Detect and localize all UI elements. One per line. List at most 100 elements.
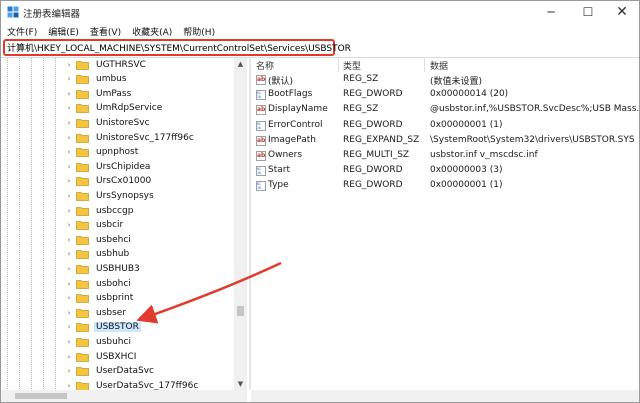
tree-item[interactable]: › UrsChipidea: [65, 159, 152, 174]
value-row[interactable]: 01 10 Type REG_DWORD 0x00000001 (1): [252, 179, 639, 194]
maximize-button[interactable]: ☐: [571, 1, 605, 23]
expand-chevron-icon[interactable]: ›: [65, 309, 73, 317]
expand-chevron-icon[interactable]: ›: [65, 163, 73, 171]
tree-item[interactable]: › USBSTOR: [65, 320, 141, 335]
tree-item-label: UrsCx01000: [96, 176, 152, 187]
tree-item[interactable]: › UnistoreSvc_177ff96c: [65, 130, 196, 145]
expand-chevron-icon[interactable]: ›: [65, 221, 73, 229]
tree-item[interactable]: › UserDataSvc_177ff96c: [65, 378, 200, 390]
expand-chevron-icon[interactable]: ›: [65, 323, 73, 331]
tree-item[interactable]: › UrsSynopsys: [65, 188, 156, 203]
column-separator[interactable]: [338, 58, 339, 72]
tree-item[interactable]: › UmRdpService: [65, 101, 164, 116]
value-row[interactable]: ab ImagePath REG_EXPAND_SZ \SystemRoot\Syst…: [252, 134, 639, 149]
column-header-type[interactable]: 类型: [343, 58, 361, 72]
expand-chevron-icon[interactable]: ›: [65, 280, 73, 288]
status-bar: [251, 390, 639, 402]
tree-item[interactable]: › USBHUB3: [65, 261, 142, 276]
tree-item[interactable]: › usbuhci: [65, 334, 133, 349]
expand-chevron-icon[interactable]: ›: [65, 207, 73, 215]
column-separator[interactable]: [424, 58, 425, 72]
tree-item[interactable]: › UGTHRSVC: [65, 58, 148, 72]
tree-item[interactable]: › umbus: [65, 72, 129, 87]
tree-item[interactable]: › usbehci: [65, 232, 133, 247]
tree-item[interactable]: › usbhub: [65, 247, 131, 262]
expand-chevron-icon[interactable]: ›: [65, 192, 73, 200]
tree-item[interactable]: › UrsCx01000: [65, 174, 153, 189]
tree-item-label: UnistoreSvc: [96, 117, 150, 128]
folder-icon: [76, 323, 89, 333]
horizontal-scrollbar-thumb[interactable]: [15, 393, 67, 399]
expand-chevron-icon[interactable]: ›: [65, 134, 73, 142]
tree-item[interactable]: › usbcir: [65, 218, 125, 233]
expand-chevron-icon[interactable]: ›: [65, 338, 73, 346]
scrollbar-thumb[interactable]: [237, 306, 244, 316]
tree-item[interactable]: › usbser: [65, 305, 128, 320]
scroll-up-icon[interactable]: ▲: [234, 58, 247, 70]
expand-chevron-icon[interactable]: ›: [65, 265, 73, 273]
folder-icon: [76, 75, 89, 84]
tree-horizontal-scrollbar[interactable]: [1, 390, 247, 402]
column-header-name[interactable]: 名称: [256, 58, 274, 72]
expand-chevron-icon[interactable]: ›: [65, 250, 73, 258]
value-row[interactable]: ab DisplayName REG_SZ @usbstor.inf,%USBSTOR…: [252, 103, 639, 118]
tree-item-label: upnphost: [96, 147, 139, 158]
address-bar[interactable]: 计算机\HKEY_LOCAL_MACHINE\SYSTEM\CurrentCon…: [3, 39, 351, 56]
folder-icon: [76, 264, 89, 274]
tree-item-label: usbehci: [96, 234, 131, 245]
value-name: BootFlags: [268, 89, 313, 100]
expand-chevron-icon[interactable]: ›: [65, 119, 73, 127]
regedit-window: 注册表编辑器 ─ ☐ ✕ 文件(F) 编辑(E) 查看(V) 收藏夹(A) 帮助…: [0, 0, 640, 403]
pane-splitter[interactable]: [249, 58, 251, 390]
value-data: @usbstor.inf,%USBSTOR.SvcDesc%;USB Mass.…: [430, 104, 639, 115]
svg-text:10: 10: [257, 171, 261, 175]
tree-vertical-scrollbar[interactable]: ▲ ▼: [234, 58, 247, 390]
binary-value-icon: 01 10: [256, 120, 266, 131]
menu-favorites[interactable]: 收藏夹(A): [132, 25, 172, 38]
tree-item[interactable]: › usbprint: [65, 291, 135, 306]
tree-item[interactable]: › UnistoreSvc: [65, 115, 152, 130]
menu-edit[interactable]: 编辑(E): [48, 25, 79, 38]
value-data: usbstor.inf v_mscdsc.inf: [430, 150, 538, 160]
values-list-pane[interactable]: 名称 类型 数据 ab (默认) REG_SZ (数值未设置) 01 10 BootFlag…: [252, 58, 639, 390]
tree-item[interactable]: › usbccgp: [65, 203, 135, 218]
expand-chevron-icon[interactable]: ›: [65, 294, 73, 302]
expand-chevron-icon[interactable]: ›: [65, 236, 73, 244]
scroll-down-icon[interactable]: ▼: [234, 378, 247, 390]
expand-chevron-icon[interactable]: ›: [65, 382, 73, 390]
title-bar: 注册表编辑器 ─ ☐ ✕: [1, 1, 639, 23]
minimize-button[interactable]: ─: [534, 1, 568, 23]
key-tree-pane[interactable]: › UGTHRSVC › umbus › UmPass › UmRdpService › Unis…: [1, 58, 247, 390]
expand-chevron-icon[interactable]: ›: [65, 367, 73, 375]
value-type: REG_EXPAND_SZ: [343, 134, 420, 145]
tree-item-label: UmRdpService: [96, 103, 163, 114]
menu-file[interactable]: 文件(F): [7, 25, 37, 38]
column-header-data[interactable]: 数据: [430, 58, 448, 72]
value-data: 0x00000001 (1): [430, 119, 503, 130]
folder-icon: [76, 148, 89, 157]
expand-chevron-icon[interactable]: ›: [65, 177, 73, 185]
folder-icon: [76, 177, 89, 187]
expand-chevron-icon[interactable]: ›: [65, 104, 73, 112]
tree-item[interactable]: › usbohci: [65, 276, 133, 291]
close-button[interactable]: ✕: [605, 1, 639, 23]
expand-chevron-icon[interactable]: ›: [65, 148, 73, 156]
value-row[interactable]: 01 10 BootFlags REG_DWORD 0x00000014 (20): [252, 88, 639, 103]
tree-item[interactable]: › upnphost: [65, 145, 140, 160]
value-type: REG_DWORD: [343, 165, 403, 176]
menu-view[interactable]: 查看(V): [90, 25, 121, 38]
tree-item[interactable]: › UserDataSvc: [65, 364, 156, 379]
expand-chevron-icon[interactable]: ›: [65, 61, 73, 69]
expand-chevron-icon[interactable]: ›: [65, 90, 73, 98]
value-row[interactable]: ab (默认) REG_SZ (数值未设置): [252, 73, 639, 88]
tree-item[interactable]: › UmPass: [65, 86, 133, 101]
expand-chevron-icon[interactable]: ›: [65, 353, 73, 361]
tree-item[interactable]: › USBXHCI: [65, 349, 138, 364]
value-row[interactable]: 01 10 ErrorControl REG_DWORD 0x00000001 (1): [252, 119, 639, 134]
value-row[interactable]: 01 10 Start REG_DWORD 0x00000003 (3): [252, 164, 639, 179]
value-row[interactable]: ab Owners REG_MULTI_SZ usbstor.inf v_mscdsc…: [252, 149, 639, 164]
menu-help[interactable]: 帮助(H): [183, 25, 215, 38]
expand-chevron-icon[interactable]: ›: [65, 75, 73, 83]
tree-item-label: USBXHCI: [96, 351, 137, 362]
tree-item-label: UserDataSvc_177ff96c: [96, 380, 199, 390]
